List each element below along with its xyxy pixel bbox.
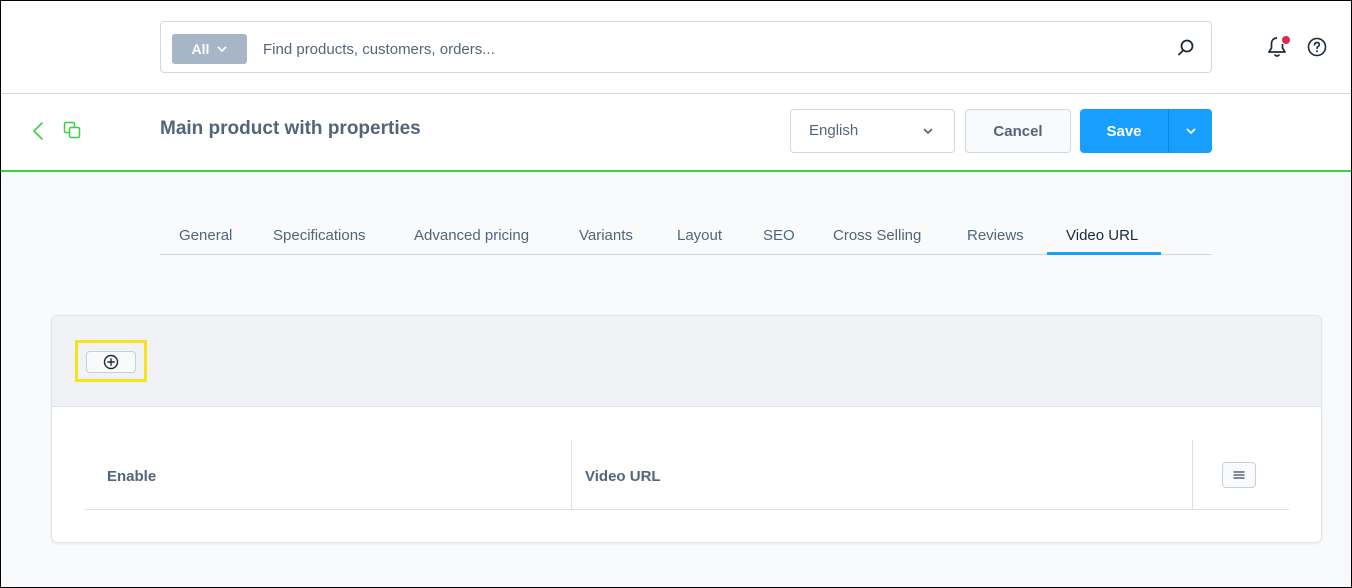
column-divider	[1192, 440, 1193, 510]
menu-lines-icon	[1233, 471, 1245, 479]
chevron-down-icon	[923, 128, 933, 134]
tab-general[interactable]: General	[179, 227, 232, 244]
plus-circle-icon	[103, 354, 119, 370]
save-options-button[interactable]	[1168, 109, 1212, 153]
tab-layout[interactable]: Layout	[677, 227, 722, 244]
page-title: Main product with properties	[160, 118, 421, 139]
chevron-down-icon	[218, 46, 227, 52]
tab-variants[interactable]: Variants	[579, 227, 633, 244]
language-value: English	[809, 122, 859, 139]
cancel-button[interactable]: Cancel	[965, 109, 1071, 153]
admin-window: All Main	[0, 0, 1352, 588]
active-tab-indicator	[1047, 252, 1161, 255]
tab-advanced-pricing[interactable]: Advanced pricing	[414, 227, 529, 244]
page-header: Main product with properties English Can…	[1, 94, 1351, 172]
add-row-button[interactable]	[86, 351, 136, 373]
global-search: All	[160, 21, 1212, 73]
save-button[interactable]: Save	[1080, 109, 1168, 153]
search-type-label: All	[191, 41, 210, 57]
tab-reviews[interactable]: Reviews	[967, 227, 1024, 244]
video-url-card: Enable Video URL	[51, 315, 1322, 543]
tab-video-url[interactable]: Video URL	[1066, 227, 1138, 244]
tab-seo[interactable]: SEO	[763, 227, 795, 244]
product-tabs: General Specifications Advanced pricing …	[160, 217, 1212, 255]
top-bar: All	[1, 1, 1351, 94]
chevron-left-icon[interactable]	[31, 120, 45, 142]
search-icon[interactable]	[1176, 38, 1196, 58]
language-select[interactable]: English	[790, 109, 955, 153]
help-icon[interactable]	[1307, 37, 1327, 57]
grid-toolbar	[52, 316, 1321, 407]
column-header-enable[interactable]: Enable	[107, 468, 156, 485]
column-header-video-url[interactable]: Video URL	[585, 468, 661, 485]
column-divider	[571, 440, 572, 510]
tab-cross-selling[interactable]: Cross Selling	[833, 227, 921, 244]
copy-icon	[63, 121, 81, 139]
tab-specifications[interactable]: Specifications	[273, 227, 366, 244]
grid-header: Enable Video URL	[85, 440, 1289, 510]
search-type-dropdown[interactable]: All	[172, 34, 247, 64]
search-input[interactable]	[261, 32, 1145, 66]
notification-badge	[1282, 36, 1290, 44]
grid-settings-button[interactable]	[1222, 462, 1256, 488]
chevron-down-icon	[1186, 128, 1195, 134]
